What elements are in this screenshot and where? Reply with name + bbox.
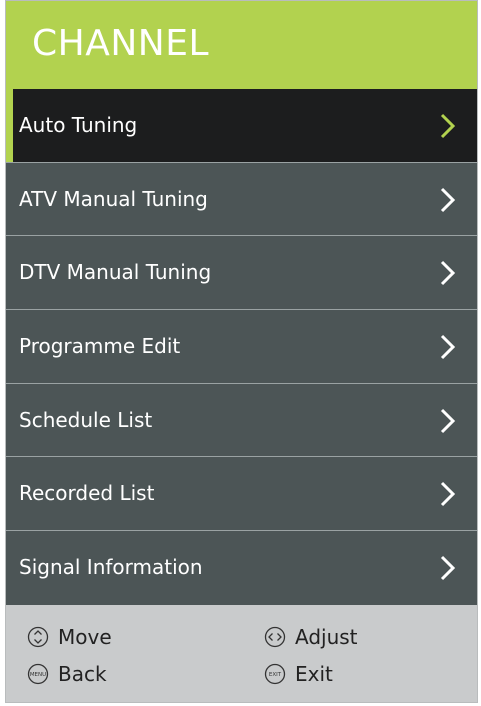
channel-menu-panel: CHANNEL Auto Tuning ATV Manual Tuning DT… [5, 0, 478, 703]
selection-indicator [6, 89, 13, 162]
menu-item-label: Signal Information [19, 555, 203, 580]
menu-item-auto-tuning[interactable]: Auto Tuning [6, 89, 477, 163]
hint-adjust: Adjust [264, 625, 358, 649]
chevron-right-icon [437, 554, 457, 582]
chevron-right-icon [437, 407, 457, 435]
exit-button-icon: EXIT [264, 663, 286, 685]
menu-button-icon-text: MENU [30, 672, 46, 678]
hint-back-label: Back [58, 662, 107, 686]
menu-button-icon: MENU [27, 663, 49, 685]
menu-title: CHANNEL [32, 23, 209, 64]
hint-exit: EXIT Exit [264, 662, 333, 686]
menu-item-schedule-list[interactable]: Schedule List [6, 384, 477, 458]
exit-button-icon-text: EXIT [269, 672, 282, 678]
menu-item-dtv-manual-tuning[interactable]: DTV Manual Tuning [6, 236, 477, 311]
menu-item-recorded-list[interactable]: Recorded List [6, 457, 477, 532]
menu-item-atv-manual-tuning[interactable]: ATV Manual Tuning [6, 163, 477, 237]
menu-item-programme-edit[interactable]: Programme Edit [6, 310, 477, 384]
chevron-right-icon [437, 186, 457, 214]
hint-adjust-label: Adjust [295, 625, 358, 649]
chevron-right-icon [437, 112, 457, 140]
hint-back: MENU Back [27, 662, 107, 686]
menu-list: Auto Tuning ATV Manual Tuning DTV Manual… [6, 89, 477, 605]
menu-item-label: Auto Tuning [19, 113, 138, 137]
chevron-right-icon [437, 259, 457, 287]
hint-move: Move [27, 625, 112, 649]
left-right-arrows-icon [264, 626, 286, 648]
key-hint-bar: Move Adjust MENU Back EXIT Exit [6, 605, 477, 702]
menu-item-label: Schedule List [19, 407, 153, 432]
menu-item-label: Recorded List [19, 481, 155, 506]
chevron-right-icon [437, 480, 457, 508]
menu-item-label: Programme Edit [19, 334, 181, 359]
menu-item-label: ATV Manual Tuning [19, 186, 208, 211]
up-down-arrows-icon [27, 626, 49, 648]
menu-item-signal-information[interactable]: Signal Information [6, 531, 477, 605]
menu-item-label: DTV Manual Tuning [19, 260, 212, 285]
chevron-right-icon [437, 333, 457, 361]
menu-header: CHANNEL [6, 1, 477, 89]
hint-exit-label: Exit [295, 662, 333, 686]
hint-move-label: Move [58, 625, 112, 649]
